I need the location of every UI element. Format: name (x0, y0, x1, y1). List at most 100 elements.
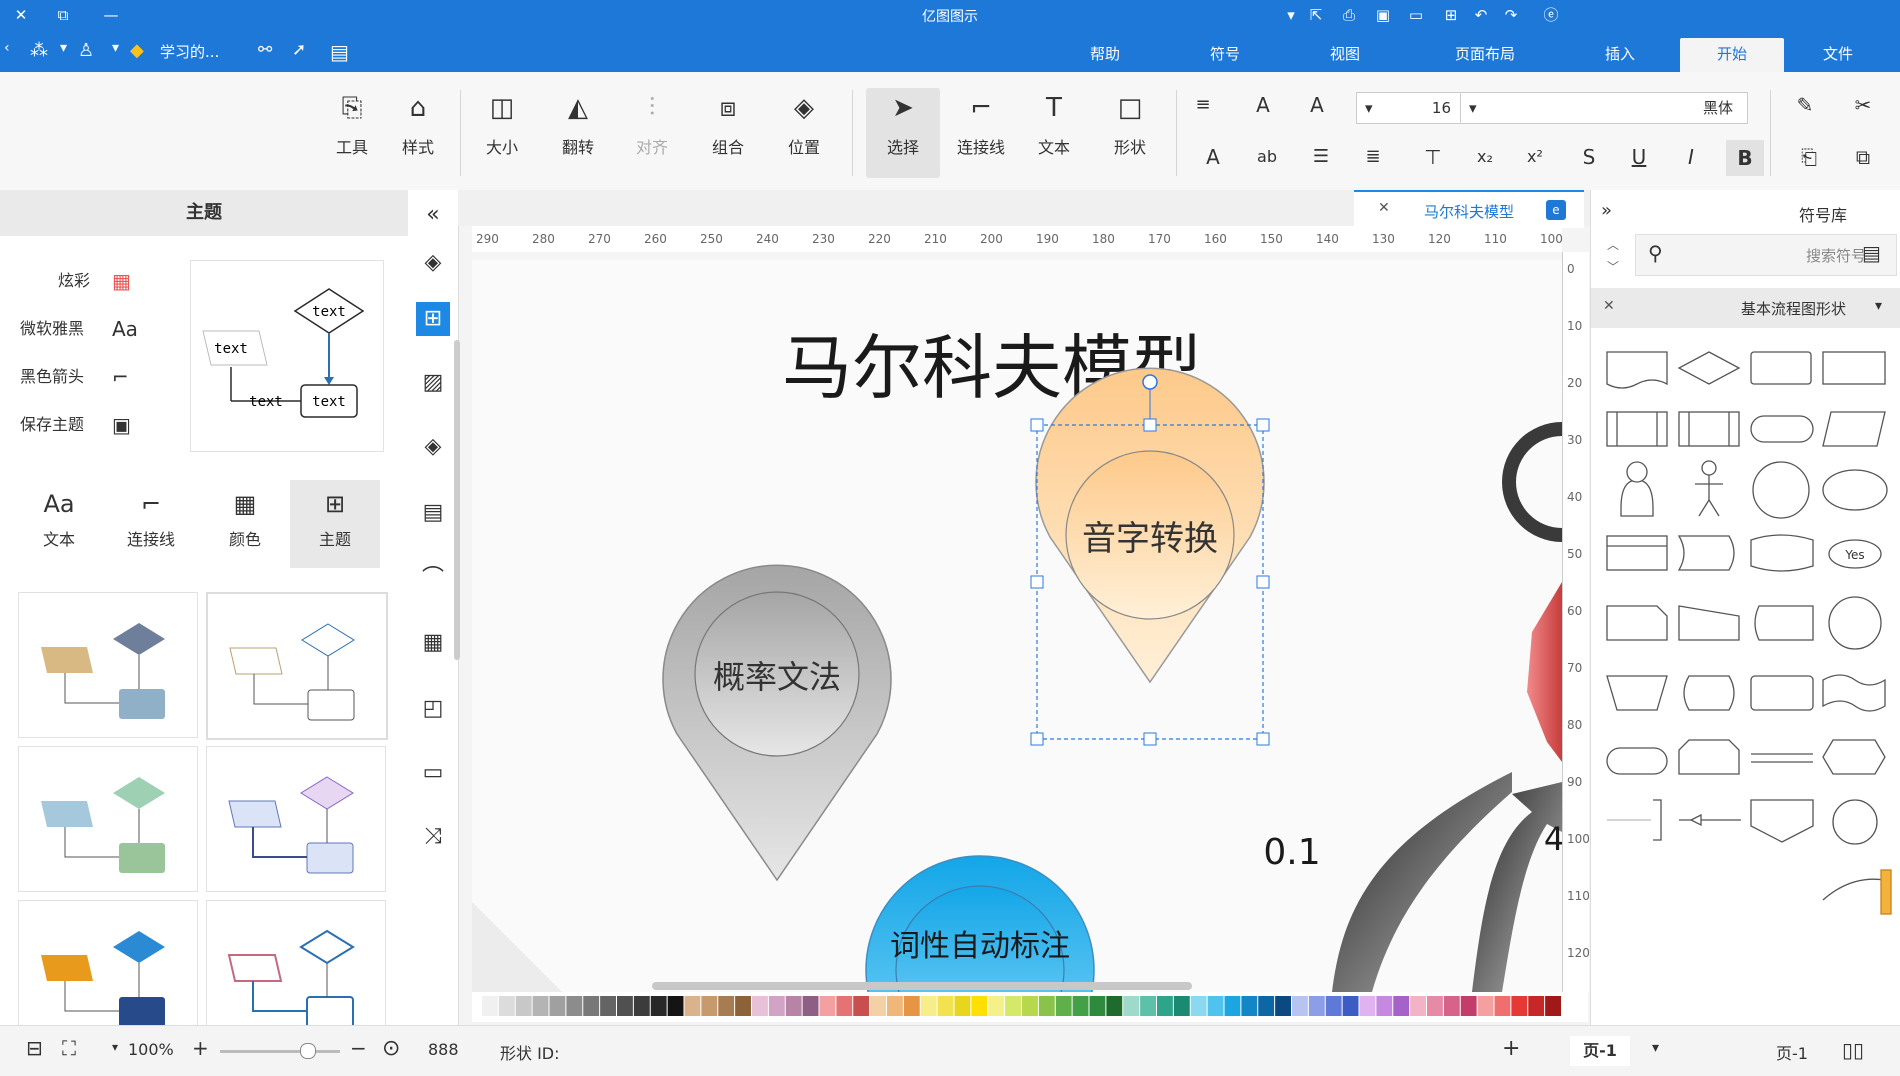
scrollbar[interactable] (454, 340, 460, 660)
color-swatch[interactable] (1393, 996, 1410, 1016)
color-swatch[interactable] (1005, 996, 1021, 1016)
theme-option[interactable]: 微软雅黑 Aa (20, 314, 150, 344)
annotation-shape[interactable] (1607, 799, 1662, 841)
color-swatch[interactable] (870, 996, 886, 1016)
resize-handle[interactable] (1030, 418, 1044, 432)
color-swatch[interactable] (1275, 996, 1291, 1016)
font-family-field[interactable]: ▾ 黑体 (1460, 92, 1748, 124)
color-swatch[interactable] (1342, 996, 1359, 1016)
shape-button[interactable]: □ 形状 (1098, 88, 1162, 178)
fit-page-icon[interactable]: ⛶ (62, 1036, 76, 1060)
rectangle-shape[interactable] (1822, 351, 1886, 385)
color-swatch[interactable] (549, 996, 566, 1016)
add-page-icon[interactable]: + (1502, 1036, 1520, 1061)
color-swatch[interactable] (735, 996, 751, 1016)
actor-shape[interactable] (1695, 460, 1723, 517)
card-corner-shape[interactable] (1606, 605, 1668, 641)
paragraph-align-icon[interactable]: ≡ (1188, 90, 1218, 120)
theme-card[interactable] (206, 746, 386, 892)
predefined-process-shape[interactable] (1606, 411, 1668, 447)
color-swatch[interactable] (954, 996, 971, 1016)
color-swatch[interactable] (650, 996, 667, 1016)
tab-file[interactable]: 文件 (1800, 38, 1876, 72)
color-swatch[interactable] (1106, 996, 1123, 1016)
theme-option[interactable]: 黑色箭头 ⌐ (20, 362, 150, 392)
small-circle-shape[interactable] (1832, 799, 1878, 845)
resize-handle[interactable] (1256, 418, 1270, 432)
fill-icon[interactable]: ◈ (416, 246, 450, 280)
color-swatch[interactable] (1258, 996, 1275, 1016)
color-swatch[interactable] (1460, 996, 1477, 1016)
theme-card[interactable] (18, 746, 198, 892)
tab-start[interactable]: 开始 (1680, 38, 1784, 72)
clear-format-icon[interactable]: ⊤ (1418, 142, 1448, 172)
color-swatch[interactable] (1511, 996, 1528, 1016)
new-icon[interactable]: ⊞ (1440, 4, 1462, 26)
redo-icon[interactable]: ↷ (1500, 4, 1522, 26)
display-shape[interactable] (1683, 675, 1735, 711)
library-icon[interactable]: ▤ (1862, 241, 1881, 265)
shirt-icon[interactable]: ♙ (78, 40, 94, 61)
color-swatch[interactable] (1123, 996, 1140, 1016)
resize-handle[interactable] (1256, 732, 1270, 746)
chart-icon[interactable]: ⌒ (416, 562, 450, 596)
tile-connector[interactable]: ⌐ 连接线 (106, 480, 196, 568)
theme-option[interactable]: 炫彩 ▦ (20, 266, 150, 296)
undo-icon[interactable]: ↶ (1470, 4, 1492, 26)
open-icon[interactable]: ▭ (1405, 4, 1427, 26)
color-swatch[interactable] (988, 996, 1005, 1016)
collapse-panel-icon[interactable]: « (416, 198, 450, 232)
line-spacing-icon[interactable]: ≣ (1358, 142, 1388, 172)
color-swatch[interactable] (1410, 996, 1426, 1016)
zoom-level[interactable]: 100% (128, 1040, 174, 1059)
format-painter-icon[interactable]: ✎ (1790, 90, 1820, 120)
font-shrink-icon[interactable]: A (1248, 90, 1278, 120)
layers-icon[interactable]: ◈ (416, 430, 450, 464)
zoom-out-icon[interactable]: − (350, 1036, 367, 1060)
color-swatch[interactable] (785, 996, 802, 1016)
tools-button[interactable]: ⎘ 工具 (320, 88, 384, 178)
theme-grid-icon[interactable]: ⊞ (416, 302, 450, 336)
paste-icon[interactable]: ⎗ (1794, 142, 1824, 172)
page-dropdown-icon[interactable]: ▾ (1652, 1040, 1659, 1056)
direct-data-shape[interactable] (1754, 605, 1814, 641)
palette-swatches[interactable] (472, 992, 1588, 1022)
tab-view[interactable]: 视图 (1310, 38, 1380, 72)
person-shape[interactable] (1620, 479, 1654, 517)
chevron-up-icon[interactable]: ︿ (1607, 236, 1619, 253)
resize-handle[interactable] (1030, 732, 1044, 746)
recent-doc[interactable]: 学习的... (160, 41, 219, 62)
cylinder-shape[interactable] (1750, 534, 1814, 572)
resize-handle[interactable] (1030, 575, 1044, 589)
document-shape[interactable] (1606, 351, 1668, 389)
resize-handle[interactable] (1143, 732, 1157, 746)
color-swatch[interactable] (583, 996, 600, 1016)
manual-operation-shape[interactable] (1606, 675, 1668, 711)
circle-shape[interactable] (1752, 461, 1810, 519)
page-icon[interactable]: ▤ (416, 496, 450, 530)
zoom-in-icon[interactable]: + (192, 1036, 209, 1060)
cut-icon[interactable]: ✂ (1848, 90, 1878, 120)
color-swatch[interactable] (971, 996, 988, 1016)
color-swatch[interactable] (752, 996, 768, 1016)
select-button[interactable]: ➤ 选择 (866, 88, 940, 178)
color-swatch[interactable] (1140, 996, 1156, 1016)
color-swatch[interactable] (566, 996, 583, 1016)
color-swatch[interactable] (1376, 996, 1393, 1016)
share-icon[interactable]: ⚯ (258, 40, 272, 60)
manual-input-shape[interactable] (1678, 605, 1740, 641)
stored-data-shape[interactable] (1677, 535, 1735, 571)
list-icon[interactable]: ☰ (1306, 142, 1336, 172)
chevron-down-icon[interactable]: ﹀ (1607, 258, 1619, 275)
document-tab[interactable]: e 马尔科夫模型 ✕ (1354, 190, 1584, 228)
edge-label[interactable]: 4 (1544, 820, 1562, 858)
color-swatch[interactable] (482, 996, 498, 1016)
tape-shape[interactable] (1822, 674, 1886, 712)
color-palette[interactable] (472, 992, 1588, 1022)
data-shape[interactable] (1822, 411, 1886, 447)
color-swatch[interactable] (515, 996, 532, 1016)
color-swatch[interactable] (617, 996, 633, 1016)
expand-panel-icon[interactable]: » (1601, 200, 1612, 221)
save-theme-option[interactable]: 保存主题 ▣ (20, 410, 150, 440)
bold-icon[interactable]: B (1726, 140, 1764, 176)
